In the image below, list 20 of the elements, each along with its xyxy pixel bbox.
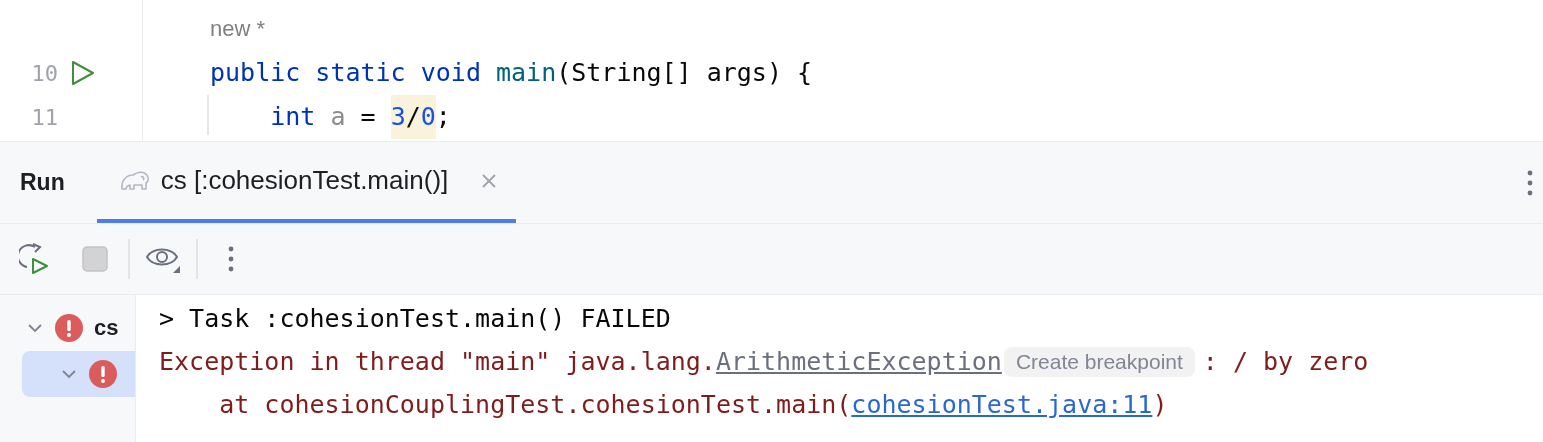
panel-title: Run xyxy=(20,169,65,196)
code-line: public static void main(String[] args) { xyxy=(210,57,813,89)
line-number: 10 xyxy=(30,60,58,86)
line-number: 11 xyxy=(30,104,58,130)
console-line: > Task :cohesionTest.main() FAILED xyxy=(159,303,672,335)
tree-row[interactable] xyxy=(22,351,135,397)
inlay-hint: new * xyxy=(210,15,267,43)
create-breakpoint-button[interactable]: Create breakpoint xyxy=(1003,346,1195,377)
class-link[interactable]: ArithmeticException xyxy=(715,347,1002,376)
elephant-icon xyxy=(118,168,151,193)
console-line: at cohesionCouplingTest.cohesionTest.main(cohesionTest.java:11) xyxy=(218,389,1169,421)
close-icon[interactable] xyxy=(480,171,499,190)
more-icon[interactable] xyxy=(1527,169,1533,196)
run-icon[interactable] xyxy=(70,60,96,86)
file-link[interactable]: cohesionTest.java:11 xyxy=(851,390,1153,419)
rerun-icon[interactable] xyxy=(19,243,51,275)
console-line: Exception in thread "main" java.lang.ArithmeticException Create breakpoint : / by zero xyxy=(159,345,1370,379)
more-icon[interactable] xyxy=(228,246,234,272)
code-line: int a = 3/0; xyxy=(210,95,451,139)
tree-label: cs xyxy=(94,315,119,341)
